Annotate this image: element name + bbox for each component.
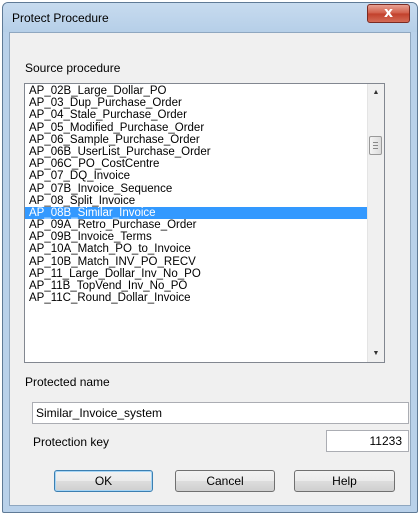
help-button[interactable]: Help [294, 470, 395, 492]
procedure-list-item[interactable]: AP_11C_Round_Dollar_Invoice [25, 292, 367, 304]
procedure-items: AP_02B_Large_Dollar_PO AP_03_Dup_Purchase… [25, 85, 367, 304]
procedure-list-item[interactable]: AP_09B_Invoice_Terms [25, 231, 367, 243]
list-scrollbar[interactable]: ▲ ▼ [367, 84, 384, 362]
close-icon: x [383, 5, 394, 21]
source-procedure-list[interactable]: AP_02B_Large_Dollar_PO AP_03_Dup_Purchase… [24, 83, 385, 363]
procedure-list-item[interactable]: AP_07B_Invoice_Sequence [25, 183, 367, 195]
procedure-list-item[interactable]: AP_06B_UserList_Purchase_Order [25, 146, 367, 158]
scroll-thumb[interactable] [369, 136, 382, 155]
procedure-list-item[interactable]: AP_05_Modified_Purchase_Order [25, 122, 367, 134]
scroll-down-arrow-icon[interactable]: ▼ [368, 345, 384, 362]
procedure-list-item[interactable]: AP_08_Split_Invoice [25, 195, 367, 207]
procedure-list-item[interactable]: AP_07_DQ_Invoice [25, 170, 367, 182]
procedure-list-item[interactable]: AP_11_Large_Dollar_Inv_No_PO [25, 268, 367, 280]
dialog-title: Protect Procedure [12, 11, 109, 25]
procedure-list-item[interactable]: AP_10B_Match_INV_PO_RECV [25, 256, 367, 268]
protected-name-input[interactable]: Similar_Invoice_system [32, 402, 409, 424]
ok-button[interactable]: OK [54, 470, 153, 492]
procedure-list-item[interactable]: AP_04_Stale_Purchase_Order [25, 109, 367, 121]
procedure-list-item[interactable]: AP_11B_TopVend_Inv_No_PO [25, 280, 367, 292]
procedure-list-item[interactable]: AP_03_Dup_Purchase_Order [25, 97, 367, 109]
scroll-up-arrow-icon[interactable]: ▲ [368, 84, 384, 101]
procedure-list-item[interactable]: AP_10A_Match_PO_to_Invoice [25, 243, 367, 255]
procedure-list-item[interactable]: AP_02B_Large_Dollar_PO [25, 85, 367, 97]
protected-name-label: Protected name [25, 375, 110, 389]
close-button[interactable]: x [367, 4, 410, 23]
procedure-list-item[interactable]: AP_08B_Similar_Invoice [25, 206, 367, 220]
protection-key-input[interactable]: 11233 [326, 430, 409, 452]
procedure-list-item[interactable]: AP_06C_PO_CostCentre [25, 158, 367, 170]
source-procedure-label: Source procedure [25, 61, 121, 75]
cancel-button[interactable]: Cancel [175, 470, 275, 492]
procedure-list-item[interactable]: AP_06_Sample_Purchase_Order [25, 134, 367, 146]
protection-key-label: Protection key [33, 435, 110, 449]
title-bar: Protect Procedure x [3, 3, 417, 32]
procedure-list-item[interactable]: AP_09A_Retro_Purchase_Order [25, 219, 367, 231]
